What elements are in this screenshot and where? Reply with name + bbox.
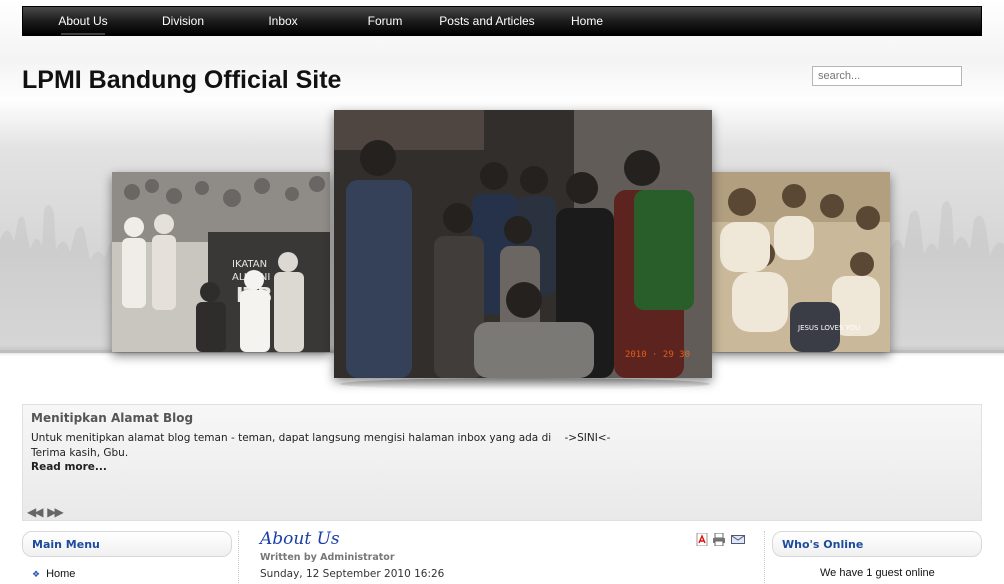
article-date: Sunday, 12 September 2010 16:26 bbox=[260, 568, 445, 580]
photo-reflection bbox=[340, 378, 710, 390]
gallery-photo-right[interactable]: JESUS LOVES YOU bbox=[712, 172, 890, 352]
crowd-silhouette-right bbox=[890, 200, 1004, 350]
photo-date-stamp: 2010 · 29 30 bbox=[624, 350, 690, 360]
nav-posts-and-articles[interactable]: Posts and Articles bbox=[435, 7, 539, 36]
email-icon[interactable] bbox=[731, 533, 745, 546]
main-menu-header: Main Menu bbox=[22, 531, 232, 557]
news-title: Menitipkan Alamat Blog bbox=[31, 411, 194, 425]
article-author: Written by Administrator bbox=[260, 552, 395, 563]
news-body-line-1: Untuk menitipkan alamat blog teman - tem… bbox=[31, 432, 611, 444]
menu-item-home[interactable]: ❖ Home bbox=[32, 568, 75, 580]
main-nav-bar: About Us Division Inbox Forum Posts and … bbox=[22, 6, 982, 36]
online-count-text: We have 1 guest online bbox=[820, 567, 935, 579]
news-body: Untuk menitipkan alamat blog teman - tem… bbox=[31, 431, 610, 461]
pdf-icon[interactable] bbox=[695, 533, 709, 546]
read-more-link[interactable]: Read more... bbox=[31, 461, 107, 473]
nav-forum[interactable]: Forum bbox=[347, 7, 423, 36]
svg-text:IKATAN: IKATAN bbox=[232, 259, 267, 270]
column-divider bbox=[238, 531, 239, 584]
gallery-photo-left[interactable]: IKATAN ALUMNI ITB bbox=[112, 172, 330, 352]
news-body-line-2: Terima kasih, Gbu. bbox=[31, 447, 129, 459]
next-arrow-icon[interactable]: ▶▶ bbox=[47, 505, 64, 519]
prev-arrow-icon[interactable]: ◀◀ bbox=[27, 505, 44, 519]
bullet-icon: ❖ bbox=[32, 569, 41, 579]
crowd-silhouette-left bbox=[0, 204, 112, 350]
page: { "nav": { "items": [ {"label": "About U… bbox=[0, 0, 1004, 584]
site-title: LPMI Bandung Official Site bbox=[22, 66, 342, 94]
column-divider bbox=[764, 531, 765, 584]
news-flash-box: Menitipkan Alamat Blog Untuk menitipkan … bbox=[22, 404, 982, 521]
gallery-photo-center[interactable]: 2010 · 29 30 bbox=[334, 110, 712, 378]
svg-text:JESUS LOVES YOU: JESUS LOVES YOU bbox=[797, 324, 860, 332]
print-icon[interactable] bbox=[712, 533, 726, 546]
nav-division[interactable]: Division bbox=[147, 7, 219, 36]
menu-item-label: Home bbox=[46, 568, 76, 580]
nav-about-us[interactable]: About Us bbox=[47, 7, 119, 36]
whos-online-header: Who's Online bbox=[772, 531, 982, 557]
search-input[interactable] bbox=[812, 66, 962, 86]
nav-home[interactable]: Home bbox=[553, 7, 621, 36]
nav-inbox[interactable]: Inbox bbox=[247, 7, 319, 36]
news-nav-arrows: ◀◀ ▶▶ bbox=[27, 505, 64, 519]
article-title[interactable]: About Us bbox=[260, 529, 340, 549]
